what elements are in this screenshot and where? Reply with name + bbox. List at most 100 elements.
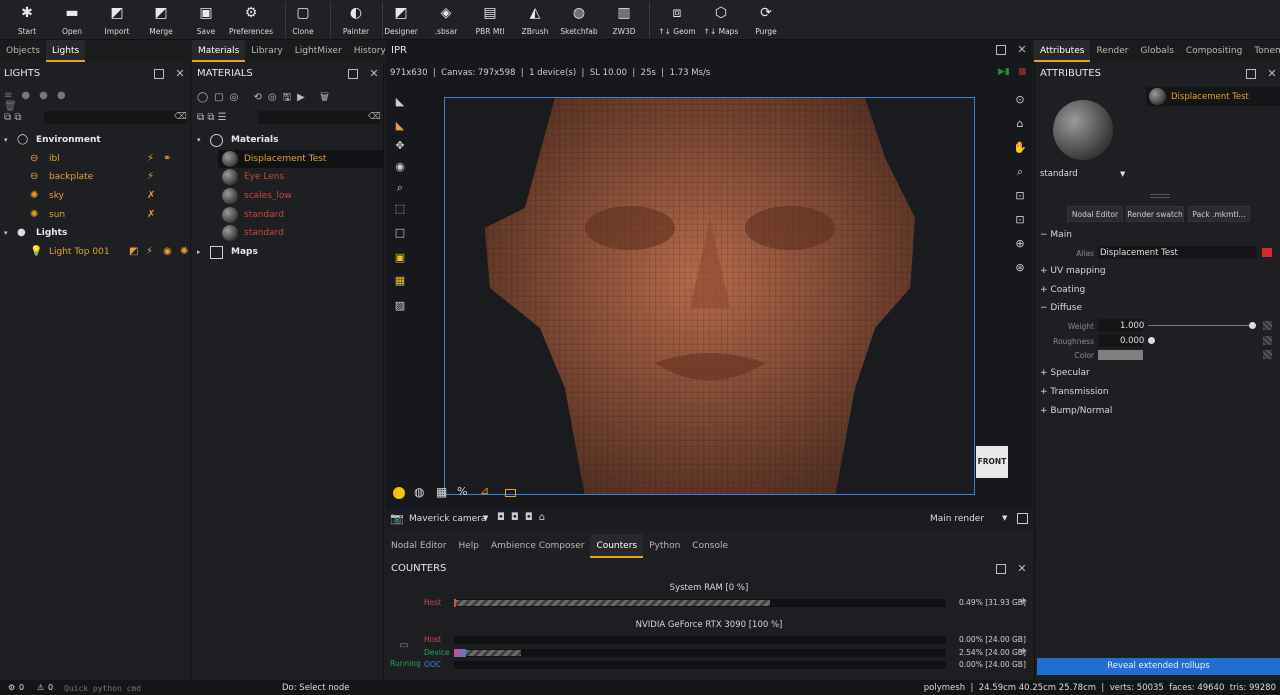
pick-tool-icon[interactable]: ◣ bbox=[392, 118, 408, 134]
drag-handle[interactable] bbox=[1150, 194, 1170, 198]
chevron-down-icon[interactable]: ▼ bbox=[1002, 514, 1007, 522]
expand-icon[interactable]: ▾ bbox=[197, 136, 201, 144]
material-type-select[interactable]: standard bbox=[1040, 169, 1078, 179]
section-coating[interactable]: + Coating bbox=[1040, 281, 1085, 299]
pan-icon[interactable]: ✋ bbox=[1012, 140, 1028, 156]
float-icon[interactable] bbox=[154, 69, 164, 79]
tab-materials[interactable]: Materials bbox=[192, 40, 246, 62]
frame-icon[interactable] bbox=[505, 489, 516, 497]
toolbar-start-button[interactable]: ✱ Start bbox=[5, 0, 49, 40]
toolbar-painter-button[interactable]: ◐ Painter bbox=[334, 0, 378, 40]
expand-icon[interactable]: ▾ bbox=[4, 229, 8, 237]
tab-compositing[interactable]: Compositing bbox=[1180, 40, 1248, 62]
shadow-icon[interactable]: ◩ bbox=[129, 246, 138, 257]
toolbar-preferences-button[interactable]: ⚙ Preferences bbox=[229, 0, 273, 40]
stop-icon[interactable]: ■ bbox=[1018, 67, 1027, 77]
toolbar-open-button[interactable]: ▬ Open bbox=[50, 0, 94, 40]
sun-icon[interactable]: ✺ bbox=[180, 246, 188, 257]
clear-search-icon[interactable]: ⌫ bbox=[174, 112, 187, 122]
image-tool-icon[interactable]: ▨ bbox=[392, 298, 408, 314]
attr-button-2[interactable]: Pack .mkmtl... bbox=[1188, 206, 1250, 222]
main-section[interactable]: − Main bbox=[1040, 226, 1072, 244]
measure-icon[interactable]: ⊿ bbox=[480, 484, 489, 497]
light-item[interactable]: sky bbox=[49, 187, 64, 205]
attr-button-1[interactable]: Render swatch bbox=[1126, 206, 1184, 222]
close-icon[interactable]: ✕ bbox=[369, 68, 379, 79]
close-icon[interactable]: ✕ bbox=[1267, 68, 1277, 79]
chevron-down-icon[interactable]: ▼ bbox=[1120, 170, 1125, 178]
toolbar-purge-button[interactable]: ⟳ Purge bbox=[744, 0, 788, 40]
light-item[interactable]: Light Top 001 bbox=[49, 243, 110, 261]
warning-icon[interactable]: ⚠ bbox=[37, 683, 44, 692]
grid-tool-icon[interactable]: ▦ bbox=[392, 273, 408, 289]
orbit-icon[interactable]: ⊙ bbox=[1012, 92, 1028, 108]
close-icon[interactable]: ✕ bbox=[175, 68, 185, 79]
focus-tool-icon[interactable]: ◉ bbox=[392, 159, 408, 175]
toolbar-pbr-mtl-button[interactable]: ▤ PBR Mtl bbox=[468, 0, 512, 40]
light-item[interactable]: ibl bbox=[49, 150, 60, 168]
toolbar-sbsar-button[interactable]: ◈ .sbsar bbox=[424, 0, 468, 40]
camera-tools[interactable]: ◘◘◘⌂ bbox=[497, 512, 551, 523]
fit-all-icon[interactable]: ⊡ bbox=[1012, 212, 1028, 228]
bolt-icon[interactable]: ⚡ bbox=[147, 171, 154, 182]
move-tool-icon[interactable]: ✥ bbox=[392, 138, 408, 154]
tab-lights[interactable]: Lights bbox=[46, 40, 86, 62]
toolbar-zbrush-button[interactable]: ◭ ZBrush bbox=[513, 0, 557, 40]
expand-icon[interactable]: ▾ bbox=[4, 136, 8, 144]
float-icon[interactable] bbox=[996, 564, 1006, 574]
chevron-down-icon[interactable]: ▼ bbox=[483, 514, 488, 522]
tab-library[interactable]: Library bbox=[245, 40, 288, 62]
fit-icon[interactable]: ⊡ bbox=[1012, 188, 1028, 204]
texture-slot-icon[interactable] bbox=[1263, 321, 1272, 330]
material-item[interactable]: scales_low bbox=[244, 187, 292, 205]
camera-icon[interactable]: 📷 bbox=[390, 512, 404, 525]
target-icon[interactable]: ⊕ bbox=[1012, 236, 1028, 252]
toolbar-clone-button[interactable]: ▢ Clone bbox=[281, 0, 325, 40]
weight-slider-track[interactable] bbox=[1148, 325, 1252, 326]
weight-slider-handle[interactable] bbox=[1249, 322, 1256, 329]
materials-search-bar[interactable] bbox=[258, 111, 380, 124]
diffuse-section[interactable]: − Diffuse bbox=[1040, 299, 1082, 317]
tab-tonemap[interactable]: Tonemap bbox=[1248, 40, 1280, 62]
texture-slot-icon[interactable] bbox=[1263, 350, 1272, 359]
toolbar-geom-button[interactable]: ⧈ ↑↓ Geom bbox=[655, 0, 699, 40]
tab-globals[interactable]: Globals bbox=[1134, 40, 1179, 62]
material-preview[interactable] bbox=[1053, 100, 1113, 160]
link-icon[interactable]: ⚭ bbox=[163, 153, 171, 164]
section-uv-mapping[interactable]: + UV mapping bbox=[1040, 262, 1106, 280]
section-bump-normal[interactable]: + Bump/Normal bbox=[1040, 402, 1112, 420]
toolbar-save-button[interactable]: ▣ Save bbox=[184, 0, 228, 40]
light-item[interactable]: sun bbox=[49, 206, 65, 224]
tab-ambience-composer[interactable]: Ambience Composer bbox=[485, 534, 590, 558]
float-icon[interactable] bbox=[1246, 69, 1256, 79]
expand-icon[interactable]: + bbox=[1019, 596, 1027, 607]
materials-view-icons[interactable]: ⧉ ⧉ ☰ bbox=[197, 112, 227, 123]
light-item[interactable]: Environment bbox=[36, 131, 101, 149]
grid-icon[interactable]: ▦ bbox=[436, 485, 447, 499]
reveal-rollups-button[interactable]: Reveal extended rollups bbox=[1037, 658, 1280, 675]
bolt-icon[interactable]: ⚡ bbox=[147, 153, 154, 164]
tab-help[interactable]: Help bbox=[452, 534, 485, 558]
attr-button-0[interactable]: Nodal Editor bbox=[1067, 206, 1123, 222]
alias-color-swatch[interactable] bbox=[1262, 248, 1272, 257]
python-cmd-input[interactable] bbox=[64, 682, 264, 694]
duplicate-icon[interactable]: ⧉ ⧉ bbox=[4, 112, 21, 123]
toolbar-designer-button[interactable]: ◩ Designer bbox=[379, 0, 423, 40]
tab-attributes[interactable]: Attributes bbox=[1034, 40, 1091, 62]
expand-icon[interactable]: + bbox=[1019, 646, 1027, 657]
material-item[interactable]: Eye Lens bbox=[244, 168, 284, 186]
expand-icon[interactable]: ▸ bbox=[197, 248, 201, 256]
toolbar-sketchfab-button[interactable]: ◍ Sketchfab bbox=[557, 0, 601, 40]
bolt-icon[interactable]: ⚡ bbox=[146, 246, 153, 257]
texture-slot-icon[interactable] bbox=[1263, 336, 1272, 345]
play-icon[interactable]: ▶▮ bbox=[998, 67, 1010, 77]
color-swatch[interactable] bbox=[1098, 350, 1143, 360]
error-icon[interactable]: ⚙ bbox=[8, 683, 15, 692]
material-item[interactable]: standard bbox=[244, 206, 284, 224]
tab-lightmixer[interactable]: LightMixer bbox=[289, 40, 348, 62]
lights-search-bar[interactable] bbox=[44, 111, 186, 124]
tab-objects[interactable]: Objects bbox=[0, 40, 46, 62]
region-tool-icon[interactable]: ⬚ bbox=[392, 201, 408, 217]
tab-console[interactable]: Console bbox=[686, 534, 734, 558]
tab-nodal-editor[interactable]: Nodal Editor bbox=[385, 534, 452, 558]
